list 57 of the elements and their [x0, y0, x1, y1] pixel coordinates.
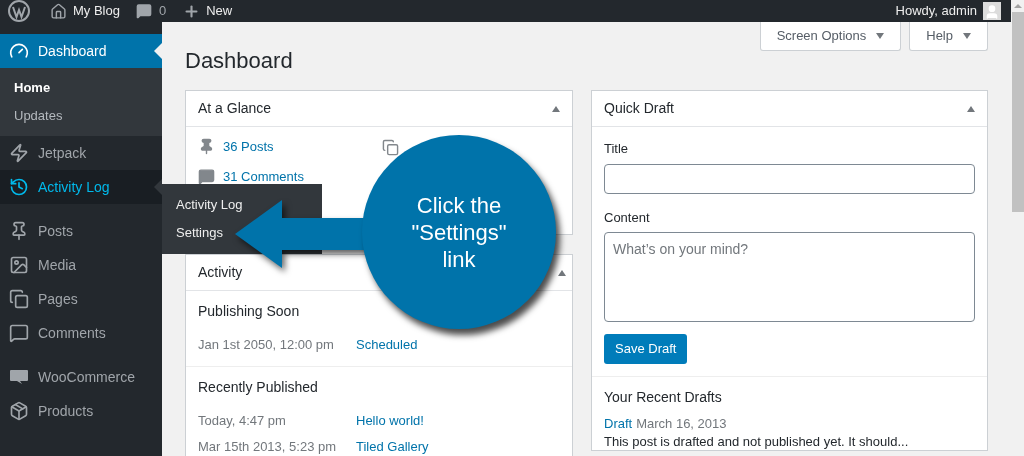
comment-icon	[9, 323, 29, 343]
sidebar-item[interactable]: Activity Log	[0, 170, 162, 204]
section-heading: Your Recent Drafts	[604, 388, 723, 407]
current-pointer-icon	[154, 43, 162, 59]
caret-icon	[963, 33, 971, 39]
draft-link[interactable]: Draft	[604, 414, 633, 434]
flyout-menu-item[interactable]: Activity Log	[162, 191, 247, 219]
post-link[interactable]: Hello world!	[356, 411, 424, 431]
save-draft-button[interactable]: Save Draft	[604, 334, 688, 364]
comment-icon	[135, 3, 152, 19]
collapse-icon[interactable]	[552, 105, 560, 112]
site-link[interactable]: My Blog	[50, 1, 120, 21]
bolt-icon	[9, 143, 29, 163]
section-heading: Recently Published	[198, 378, 319, 397]
pages-icon	[382, 139, 399, 156]
comment-icon	[198, 167, 215, 185]
submenu-item[interactable]: Updates	[0, 102, 162, 130]
submenu-item[interactable]: Home	[0, 74, 162, 102]
flyout-menu-item[interactable]: Settings	[162, 219, 227, 247]
field-label: Title	[604, 140, 630, 158]
title-input-field[interactable]	[604, 163, 975, 194]
activity-date: Today, 4:47 pm	[198, 412, 287, 431]
page-title: Dashboard	[185, 47, 293, 75]
account-menu[interactable]: Howdy, admin	[895, 1, 1001, 21]
pages-icon	[9, 289, 29, 309]
collapse-icon[interactable]	[558, 269, 566, 276]
pin-icon	[9, 221, 29, 241]
content-input-field[interactable]: What’s on your mind?	[604, 232, 975, 322]
plus-icon	[183, 2, 201, 20]
pin-icon	[198, 138, 215, 156]
comments-link[interactable]: 0	[135, 1, 167, 21]
header-tab-button[interactable]: Screen Options	[759, 22, 902, 51]
box-icon	[9, 401, 29, 421]
caret-icon	[876, 33, 885, 39]
activity-date: Mar 15th 2013, 5:23 pm	[198, 438, 338, 456]
new-link[interactable]: New	[183, 1, 233, 21]
post-link[interactable]: Scheduled	[356, 335, 418, 355]
panel-title: At a Glance	[198, 99, 272, 118]
field-label: Content	[604, 208, 651, 227]
section-heading: Publishing Soon	[198, 302, 301, 321]
header-tab-button[interactable]: Help	[909, 22, 988, 51]
panel-title: Quick Draft	[604, 99, 674, 118]
panel-title: Activity	[198, 263, 243, 282]
draft-excerpt: This post is drafted and not published yet. It should...	[604, 433, 910, 450]
avatar-icon	[983, 2, 1001, 20]
sidebar-item[interactable]: Dashboard	[0, 34, 162, 68]
draft-date: March 16, 2013	[636, 415, 727, 433]
clock-icon	[9, 177, 29, 197]
home-icon	[50, 2, 67, 20]
dashboard-gauge-icon	[9, 41, 29, 61]
activity-date: Jan 1st 2050, 12:00 pm	[198, 336, 335, 355]
glance-link[interactable]: 31 Comments	[223, 166, 304, 186]
post-link[interactable]: Tiled Gallery	[356, 437, 429, 456]
media-icon	[9, 255, 29, 275]
glance-link[interactable]: 36 Posts	[223, 137, 274, 157]
wordpress-logo-icon[interactable]	[8, 0, 30, 22]
collapse-icon[interactable]	[967, 105, 975, 112]
